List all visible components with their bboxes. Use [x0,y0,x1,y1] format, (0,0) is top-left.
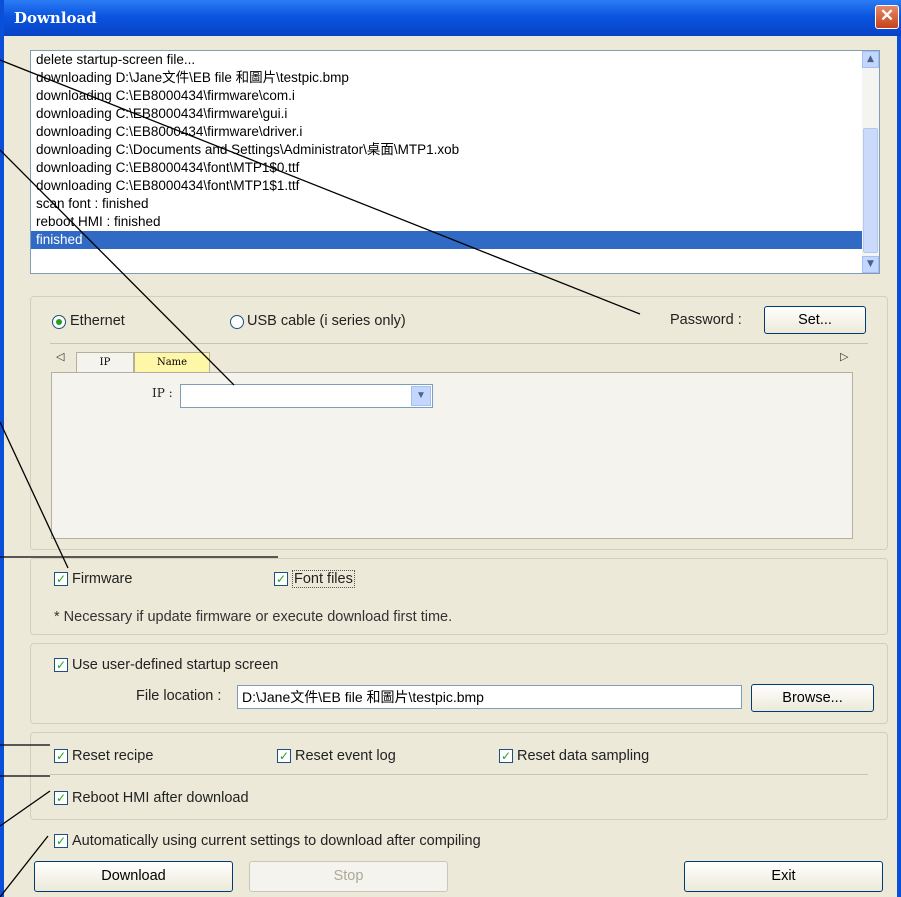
divider [50,343,868,344]
scroll-down-icon[interactable]: ▼ [862,256,879,273]
log-lines: delete startup-screen file... downloading… [31,51,879,249]
scroll-up-icon[interactable]: ▲ [862,51,879,68]
log-line[interactable]: delete startup-screen file... [31,51,879,69]
firmware-label[interactable]: Firmware [72,571,132,587]
usb-label[interactable]: USB cable (i series only) [247,313,406,329]
download-log-list[interactable]: delete startup-screen file... downloading… [30,50,880,274]
reset-recipe-checkbox[interactable]: ✓ [54,749,68,763]
download-dialog: Download ✕ delete startup-screen file...… [0,0,901,897]
tab-ip[interactable]: IP [76,352,134,372]
exit-button[interactable]: Exit [684,861,883,892]
log-line[interactable]: downloading C:\EB8000434\firmware\driver… [31,123,879,141]
reset-recipe-label[interactable]: Reset recipe [72,748,153,764]
startup-screen-label[interactable]: Use user-defined startup screen [72,657,278,673]
log-line[interactable]: downloading C:\Documents and Settings\Ad… [31,141,879,159]
password-label: Password : [670,312,742,328]
download-button[interactable]: Download [34,861,233,892]
font-files-label[interactable]: Font files [292,570,355,588]
log-line[interactable]: finished [31,231,879,249]
file-location-label: File location : [136,688,222,704]
reset-event-log-checkbox[interactable]: ✓ [277,749,291,763]
log-scrollbar[interactable]: ▲ ▼ [862,51,879,273]
log-line[interactable]: downloading C:\EB8000434\font\MTP1$0.ttf [31,159,879,177]
firmware-checkbox[interactable]: ✓ [54,572,68,586]
reset-data-sampling-checkbox[interactable]: ✓ [499,749,513,763]
log-line[interactable]: downloading D:\Jane文件\EB file 和圖片\testpi… [31,69,879,87]
ethernet-label[interactable]: Ethernet [70,313,125,329]
log-line[interactable]: downloading C:\EB8000434\firmware\com.i [31,87,879,105]
scroll-thumb[interactable] [863,128,878,253]
chevron-down-icon[interactable]: ▼ [411,386,431,406]
stop-button[interactable]: Stop [249,861,448,892]
tab-scroll-right-icon[interactable]: ▷ [840,350,848,363]
options-divider [50,774,868,775]
reboot-label[interactable]: Reboot HMI after download [72,790,249,806]
browse-button[interactable]: Browse... [751,684,874,712]
ethernet-radio[interactable] [52,315,66,329]
tab-scroll-left-icon[interactable]: ◁ [56,350,64,363]
file-location-input[interactable]: D:\Jane文件\EB file 和圖片\testpic.bmp [237,685,742,709]
reboot-checkbox[interactable]: ✓ [54,791,68,805]
reset-data-sampling-label[interactable]: Reset data sampling [517,748,649,764]
auto-download-checkbox[interactable]: ✓ [54,834,68,848]
close-icon[interactable]: ✕ [875,5,899,29]
ip-label: IP : [152,386,173,400]
usb-radio[interactable] [230,315,244,329]
auto-download-label[interactable]: Automatically using current settings to … [72,833,481,849]
font-files-checkbox[interactable]: ✓ [274,572,288,586]
log-line[interactable]: scan font : finished [31,195,879,213]
reset-event-log-label[interactable]: Reset event log [295,748,396,764]
log-line[interactable]: downloading C:\EB8000434\firmware\gui.i [31,105,879,123]
title-bar[interactable]: Download ✕ [4,0,901,36]
set-password-button[interactable]: Set... [764,306,866,334]
log-line[interactable]: reboot HMI : finished [31,213,879,231]
log-line[interactable]: downloading C:\EB8000434\font\MTP1$1.ttf [31,177,879,195]
ip-combobox[interactable]: ▼ [180,384,433,408]
firmware-note: * Necessary if update firmware or execut… [54,609,453,625]
tab-name[interactable]: Name [134,352,210,372]
startup-screen-checkbox[interactable]: ✓ [54,658,68,672]
window-title: Download [14,9,97,27]
options-group [30,732,888,820]
